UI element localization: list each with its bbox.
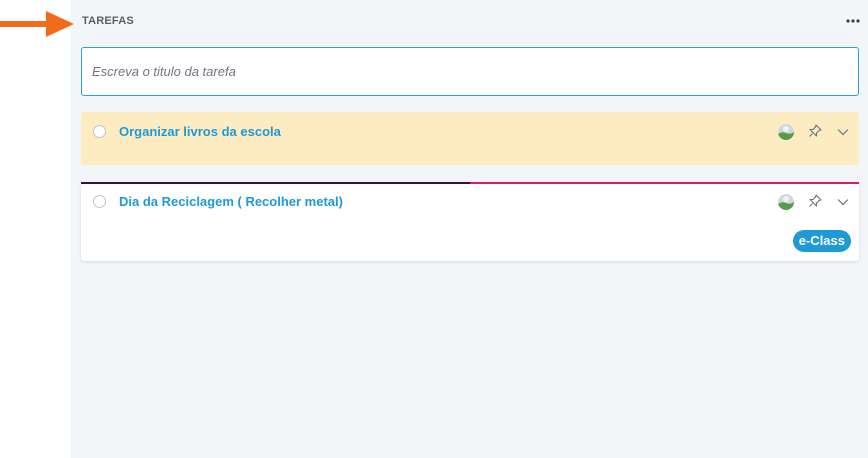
chevron-down-icon[interactable] <box>836 195 850 209</box>
avatar[interactable] <box>778 194 794 210</box>
panel-title: TAREFAS <box>82 15 134 27</box>
more-dots-icon[interactable] <box>844 14 862 28</box>
arrow-annotation-icon <box>0 11 74 37</box>
avatar[interactable] <box>778 124 794 140</box>
task-color-bar <box>81 182 859 184</box>
task-card[interactable]: Dia da Reciclagem ( Recolher metal) e-Cl… <box>81 182 859 261</box>
task-title[interactable]: Dia da Reciclagem ( Recolher metal) <box>119 194 343 209</box>
task-complete-checkbox[interactable] <box>93 125 106 138</box>
task-title[interactable]: Organizar livros da escola <box>119 124 281 139</box>
new-task-input[interactable] <box>81 47 859 96</box>
task-complete-checkbox[interactable] <box>93 195 106 208</box>
pin-icon[interactable] <box>808 124 822 138</box>
chevron-down-icon[interactable] <box>836 125 850 139</box>
pin-icon[interactable] <box>808 194 822 208</box>
eclass-badge[interactable]: e-Class <box>792 230 851 252</box>
task-card[interactable]: Organizar livros da escola <box>81 112 859 165</box>
